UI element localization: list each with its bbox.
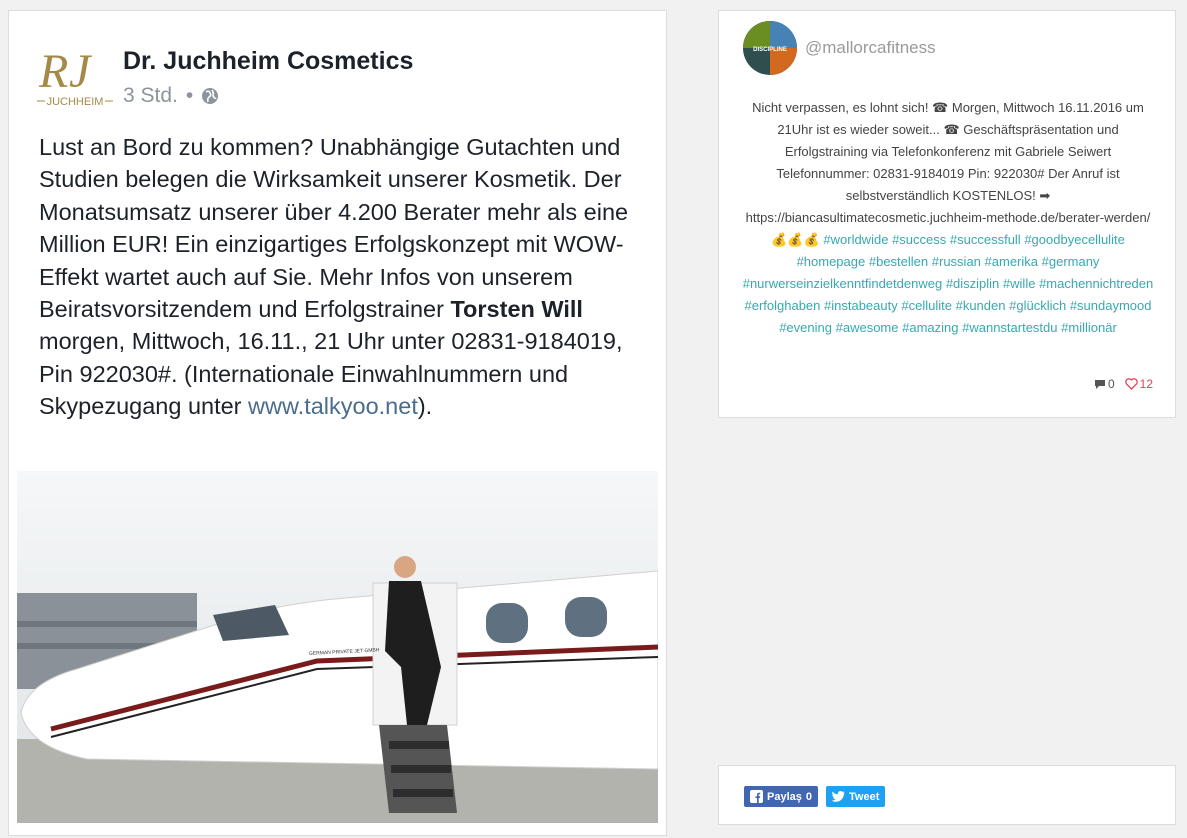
- hashtag[interactable]: #homepage: [797, 254, 866, 269]
- hashtag[interactable]: #wille: [1003, 276, 1036, 291]
- hashtag[interactable]: #germany: [1042, 254, 1100, 269]
- hashtag[interactable]: #worldwide: [823, 232, 888, 247]
- svg-text:R: R: [38, 45, 68, 98]
- hashtag[interactable]: #kunden: [956, 298, 1006, 313]
- caption-text: Nicht verpassen, es lohnt sich! ☎ Morgen…: [745, 100, 1151, 247]
- like-count-group[interactable]: 12: [1124, 377, 1153, 391]
- meta-separator: •: [185, 84, 194, 107]
- hashtag[interactable]: #bestellen: [869, 254, 928, 269]
- hashtag[interactable]: #evening: [779, 320, 832, 335]
- like-count: 12: [1139, 377, 1153, 391]
- facebook-share-count: 0: [805, 790, 812, 803]
- facebook-icon: [750, 790, 763, 803]
- juchheim-logo[interactable]: R J JUCHHEIM: [37, 39, 113, 111]
- post-bold-name: Torsten Will: [450, 296, 583, 323]
- post-photo[interactable]: GERMAN PRIVATE JET GMBH: [17, 471, 658, 823]
- instagram-card: DISCIPLINE @mallorcafitness Nicht verpas…: [718, 10, 1176, 418]
- post-meta: 3 Std. •: [123, 84, 219, 108]
- hashtag[interactable]: #successfull: [950, 232, 1021, 247]
- post-link[interactable]: www.talkyoo.net: [248, 393, 418, 419]
- comment-icon: [1094, 379, 1105, 389]
- post-text: Lust an Bord zu kommen? Unabhängige Guta…: [39, 131, 639, 423]
- hashtag[interactable]: #disziplin: [946, 276, 999, 291]
- hashtag[interactable]: #glücklich: [1009, 298, 1066, 313]
- facebook-post-card: R J JUCHHEIM Dr. Juchheim Cosmetics 3 St…: [8, 10, 667, 836]
- avatar[interactable]: DISCIPLINE: [743, 21, 797, 75]
- tweet-label: Tweet: [849, 790, 880, 803]
- instagram-caption: Nicht verpassen, es lohnt sich! ☎ Morgen…: [739, 97, 1157, 339]
- instagram-username[interactable]: @mallorcafitness: [805, 38, 936, 58]
- facebook-share-label: Paylaş: [767, 790, 802, 803]
- tweet-button[interactable]: Tweet: [826, 786, 886, 807]
- comment-count: 0: [1107, 377, 1115, 391]
- hashtag[interactable]: #amazing: [902, 320, 958, 335]
- hashtag[interactable]: #wannstartestdu: [962, 320, 1057, 335]
- hashtag[interactable]: #instabeauty: [824, 298, 898, 313]
- facebook-share-button[interactable]: Paylaş 0: [744, 786, 818, 807]
- post-stats: 0 12: [1094, 377, 1153, 391]
- hashtag[interactable]: #erfolghaben: [744, 298, 820, 313]
- hashtag[interactable]: #nurwerseinzielkenntfindetdenweg: [743, 276, 942, 291]
- avatar-text: DISCIPLINE: [753, 47, 787, 53]
- comment-count-group[interactable]: 0: [1094, 377, 1115, 391]
- logo-text: JUCHHEIM: [47, 96, 104, 108]
- post-text-part-1: Lust an Bord zu kommen? Unabhängige Guta…: [39, 134, 629, 323]
- post-text-part-3: ).: [417, 393, 433, 420]
- twitter-icon: [832, 791, 845, 802]
- page-name[interactable]: Dr. Juchheim Cosmetics: [123, 47, 413, 76]
- hashtag[interactable]: #success: [892, 232, 946, 247]
- hashtag[interactable]: #goodbyecellulite: [1024, 232, 1124, 247]
- share-bar: Paylaş 0 Tweet: [718, 765, 1176, 825]
- hashtag[interactable]: #cellulite: [901, 298, 952, 313]
- hashtag[interactable]: #amerika: [985, 254, 1038, 269]
- svg-text:J: J: [69, 45, 93, 98]
- hashtag[interactable]: #awesome: [836, 320, 899, 335]
- post-time[interactable]: 3 Std.: [123, 84, 178, 108]
- globe-icon: [202, 88, 219, 104]
- hashtag[interactable]: #sundaymood: [1070, 298, 1152, 313]
- heart-icon: [1124, 378, 1138, 390]
- hashtag[interactable]: #millionär: [1061, 320, 1117, 335]
- hashtag[interactable]: #russian: [932, 254, 981, 269]
- hashtag[interactable]: #machennichtreden: [1039, 276, 1153, 291]
